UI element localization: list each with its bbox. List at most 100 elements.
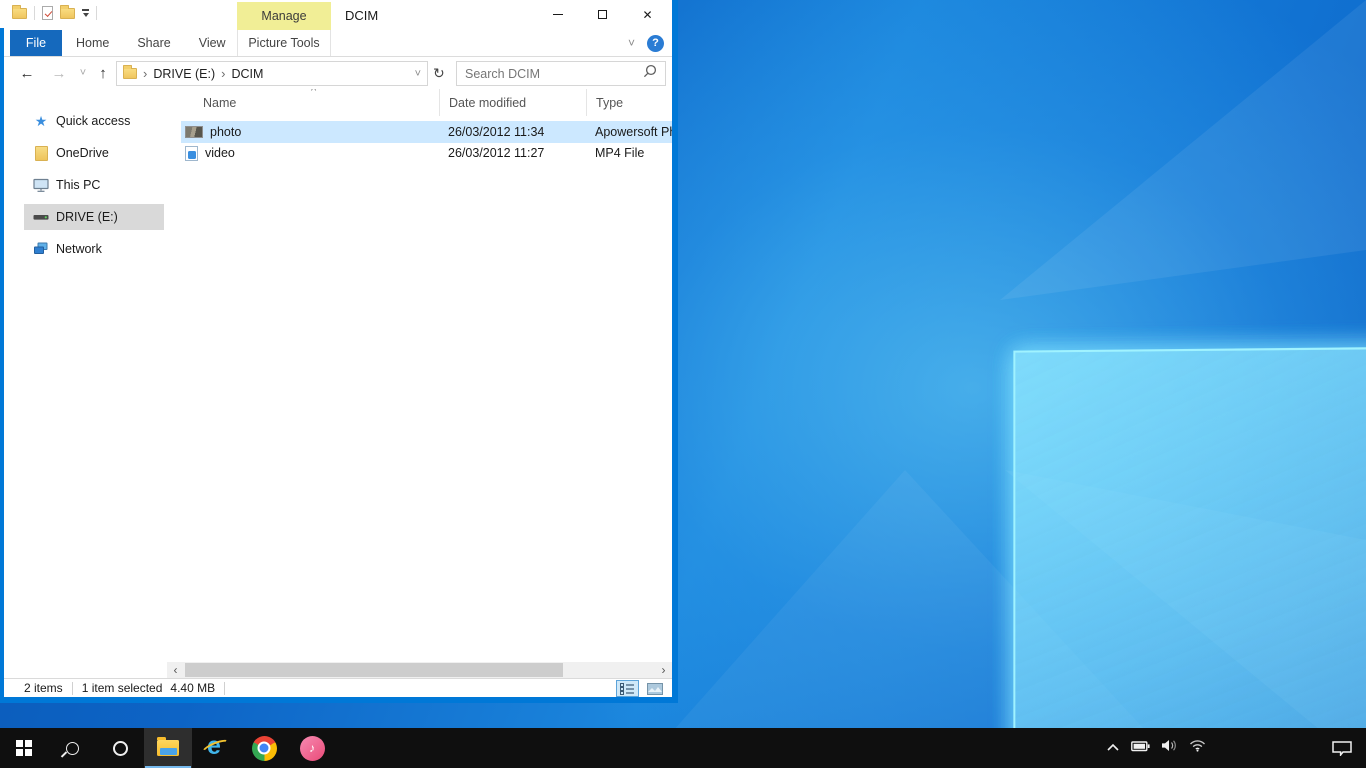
file-explorer-window: Manage DCIM ✕ File Home Share View Pictu…: [0, 0, 672, 697]
minimize-button[interactable]: [535, 0, 580, 29]
quick-access-star-icon: ★: [33, 113, 49, 129]
column-headers: ^ Name Date modified Type: [181, 89, 672, 116]
back-button[interactable]: ←: [16, 62, 38, 84]
forward-button[interactable]: →: [48, 62, 70, 84]
recent-locations-chevron-icon[interactable]: ˅: [72, 62, 94, 84]
scroll-right-arrow-icon[interactable]: ›: [655, 662, 672, 678]
breadcrumb-chevron-icon: ›: [143, 66, 147, 81]
window-border: [0, 697, 678, 703]
window-controls: ✕: [535, 0, 670, 29]
onedrive-folder-icon: [33, 145, 49, 161]
windows-start-icon: [16, 740, 32, 756]
address-bar[interactable]: › DRIVE (E:) › DCIM ˅: [116, 61, 428, 86]
customize-qat-button[interactable]: [82, 9, 89, 17]
window-title: DCIM: [345, 8, 378, 23]
tab-picture-tools[interactable]: Picture Tools: [237, 30, 331, 56]
taskbar-search-button[interactable]: [48, 728, 96, 768]
tab-home[interactable]: Home: [62, 30, 123, 56]
tab-file[interactable]: File: [10, 30, 62, 56]
sidebar-item-quick-access[interactable]: ★ Quick access: [0, 105, 167, 137]
action-center-icon: [1332, 741, 1352, 756]
search-input[interactable]: Search DCIM: [456, 61, 666, 86]
selection-size: 4.40 MB: [170, 681, 215, 695]
expand-ribbon-chevron-icon[interactable]: ˅: [628, 36, 635, 50]
file-row-video[interactable]: video 26/03/2012 11:27 MP4 File: [181, 143, 672, 165]
cortana-button[interactable]: [96, 728, 144, 768]
battery-icon[interactable]: [1131, 739, 1150, 757]
wifi-icon[interactable]: [1189, 739, 1206, 757]
titlebar[interactable]: Manage DCIM ✕: [0, 0, 672, 30]
chrome-icon: [252, 736, 277, 761]
scrollbar-thumb[interactable]: [185, 663, 563, 677]
close-button[interactable]: ✕: [625, 0, 670, 29]
horizontal-scrollbar[interactable]: ‹ ›: [167, 662, 672, 678]
new-folder-button[interactable]: [60, 8, 75, 19]
this-pc-monitor-icon: [33, 177, 49, 193]
show-hidden-icons-chevron-icon[interactable]: [1106, 739, 1120, 757]
large-icons-view-button[interactable]: [643, 680, 666, 697]
separator: [96, 6, 97, 20]
start-button[interactable]: [0, 728, 48, 768]
removable-drive-icon: [33, 209, 49, 225]
sidebar-item-onedrive[interactable]: OneDrive: [0, 137, 167, 169]
separator: [224, 682, 225, 695]
address-dropdown-chevron-icon[interactable]: ˅: [415, 68, 421, 80]
windows-logo: [854, 258, 1098, 518]
file-type: Apowersoft Pho: [586, 125, 672, 139]
network-computers-icon: [33, 241, 49, 257]
address-row: ← → ˅ ↑ › DRIVE (E:) › DCIM ˅ ↻ Search D…: [0, 57, 672, 89]
separator: [72, 682, 73, 695]
ribbon-tab-row: File Home Share View Picture Tools ˅ ?: [0, 30, 672, 57]
sidebar-item-network[interactable]: Network: [0, 233, 167, 265]
mp4-video-file-icon: [185, 146, 198, 161]
items-count: 2 items: [24, 681, 63, 695]
status-bar: 2 items 1 item selected 4.40 MB: [0, 678, 672, 697]
maximize-icon: [598, 10, 607, 19]
file-list-pane: ^ Name Date modified Type photo 26/03/20…: [167, 89, 672, 662]
window-border: [0, 28, 4, 697]
taskbar: e ♪: [0, 728, 1366, 768]
search-placeholder: Search DCIM: [465, 67, 540, 81]
tab-view[interactable]: View: [185, 30, 240, 56]
close-icon: ✕: [642, 8, 652, 22]
properties-button[interactable]: [42, 6, 53, 20]
file-type: MP4 File: [586, 146, 672, 160]
refresh-icon[interactable]: ↻: [433, 65, 445, 82]
itunes-icon: ♪: [300, 736, 325, 761]
sidebar-item-drive-e[interactable]: DRIVE (E:): [0, 201, 167, 233]
file-row-photo[interactable]: photo 26/03/2012 11:34 Apowersoft Pho: [181, 121, 672, 143]
breadcrumb-dcim[interactable]: DCIM: [232, 67, 264, 81]
file-date-modified: 26/03/2012 11:34: [439, 125, 586, 139]
action-center-button[interactable]: [1332, 728, 1352, 768]
volume-icon[interactable]: [1161, 739, 1178, 757]
scroll-left-arrow-icon[interactable]: ‹: [167, 662, 184, 678]
maximize-button[interactable]: [580, 0, 625, 29]
sort-ascending-icon: ^: [311, 89, 316, 97]
taskbar-internet-explorer-button[interactable]: e: [192, 728, 240, 768]
taskbar-chrome-button[interactable]: [240, 728, 288, 768]
up-button[interactable]: ↑: [92, 62, 114, 84]
quick-access-toolbar: [12, 6, 97, 20]
column-header-type[interactable]: Type: [586, 89, 672, 116]
search-icon[interactable]: [643, 64, 657, 83]
taskbar-file-explorer-button[interactable]: [144, 728, 192, 768]
sidebar-item-this-pc[interactable]: This PC: [0, 169, 167, 201]
file-explorer-icon: [157, 740, 179, 756]
breadcrumb-drive[interactable]: DRIVE (E:): [153, 67, 215, 81]
photo-thumbnail-icon: [185, 126, 203, 138]
separator: [34, 6, 35, 20]
windows-logo-pane: [1013, 345, 1366, 768]
details-view-button[interactable]: [616, 680, 639, 697]
cortana-circle-icon: [113, 741, 128, 756]
location-folder-icon: [123, 68, 137, 79]
explorer-window-icon: [12, 8, 27, 19]
search-icon: [66, 742, 79, 755]
manage-contextual-group[interactable]: Manage: [237, 2, 331, 30]
column-header-date-modified[interactable]: Date modified: [439, 89, 586, 116]
internet-explorer-icon: e: [203, 735, 229, 761]
tab-share[interactable]: Share: [123, 30, 184, 56]
column-header-name[interactable]: Name: [181, 89, 439, 116]
file-date-modified: 26/03/2012 11:27: [439, 146, 586, 160]
taskbar-itunes-button[interactable]: ♪: [288, 728, 336, 768]
help-icon[interactable]: ?: [647, 35, 664, 52]
